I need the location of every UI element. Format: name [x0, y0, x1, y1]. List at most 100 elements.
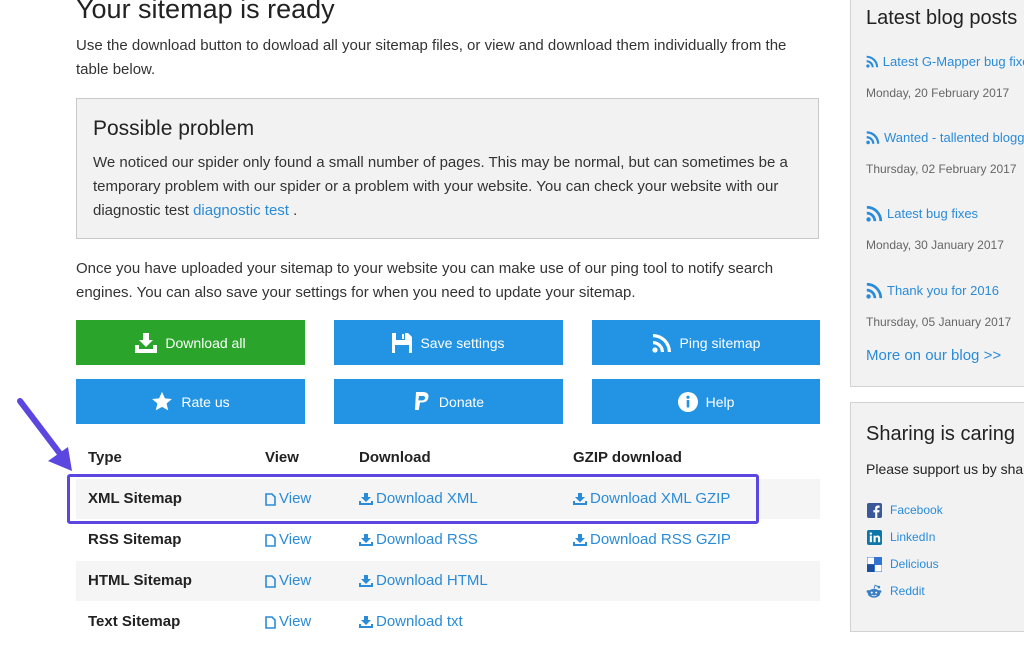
donate-button[interactable]: Donate [334, 379, 563, 424]
rss-icon [866, 55, 879, 68]
view-label: View [279, 572, 312, 589]
sharing-title: Sharing is caring [866, 423, 1015, 445]
save-icon [392, 332, 413, 353]
rss-icon [651, 333, 672, 353]
facebook-icon [866, 502, 882, 518]
file-icon [265, 533, 276, 547]
header-gzip-download: GZIP download [573, 449, 682, 466]
reddit-share-link[interactable]: Reddit [866, 583, 925, 599]
blog-post-date: Thursday, 05 January 2017 [866, 315, 1012, 329]
delicious-icon [866, 556, 882, 572]
gzip-download-label: Download RSS GZIP [590, 531, 731, 548]
file-icon [265, 615, 276, 629]
blog-post-date: Monday, 20 February 2017 [866, 86, 1010, 100]
reddit-label: Reddit [890, 584, 925, 598]
rate-us-label: Rate us [181, 393, 230, 410]
download-link[interactable]: Download HTML [359, 561, 488, 601]
blog-panel-title: Latest blog posts [866, 7, 1018, 29]
view-link[interactable]: View [265, 602, 311, 642]
table-header-row: Type View Download GZIP download [76, 438, 820, 478]
header-type: Type [88, 449, 122, 466]
ping-sitemap-button[interactable]: Ping sitemap [592, 320, 820, 365]
header-view: View [265, 449, 299, 466]
ping-sitemap-label: Ping sitemap [679, 334, 761, 351]
problem-title: Possible problem [93, 117, 255, 140]
sitemap-type: RSS Sitemap [88, 531, 182, 548]
view-link[interactable]: View [265, 520, 311, 560]
diagnostic-test-link[interactable]: diagnostic test [193, 202, 289, 219]
download-icon [359, 575, 373, 587]
sidebar: Latest blog posts Latest G-Mapper bug fi… [850, 0, 1024, 640]
blog-post-title: Latest bug fixes [887, 206, 979, 221]
rss-icon [866, 205, 883, 222]
blog-post: Wanted - tallented blogger Thursday, 02 … [866, 129, 1024, 176]
facebook-share-link[interactable]: Facebook [866, 502, 943, 518]
rss-icon [866, 282, 883, 299]
problem-text: We noticed our spider only found a small… [93, 151, 805, 223]
file-icon [265, 574, 276, 588]
blog-post-date: Thursday, 02 February 2017 [866, 162, 1017, 176]
rate-us-button[interactable]: Rate us [76, 379, 305, 424]
ping-info-text: Once you have uploaded your sitemap to y… [76, 260, 774, 301]
delicious-share-link[interactable]: Delicious [866, 556, 939, 572]
delicious-label: Delicious [890, 557, 939, 571]
linkedin-label: LinkedIn [890, 530, 936, 544]
blog-post: Latest bug fixes Monday, 30 January 2017 [866, 205, 1024, 252]
blog-post-title: Latest G-Mapper bug fixes [882, 54, 1024, 69]
save-settings-button[interactable]: Save settings [334, 320, 563, 365]
star-icon [151, 391, 173, 413]
view-label: View [279, 613, 312, 630]
save-settings-label: Save settings [420, 334, 505, 351]
download-all-button[interactable]: Download all [76, 320, 305, 365]
annotation-arrow-icon [17, 398, 72, 471]
download-icon [135, 332, 158, 353]
linkedin-icon [866, 529, 882, 545]
reddit-icon [866, 583, 882, 599]
possible-problem-box: Possible problem We noticed our spider o… [76, 98, 819, 239]
table-row: HTML Sitemap View Download HTML [76, 561, 820, 601]
support-text: Please support us by sharing [866, 461, 1024, 477]
main-content: Your sitemap is ready Use the download b… [0, 0, 840, 640]
info-icon [677, 391, 698, 412]
download-icon [573, 534, 587, 546]
gzip-download-link[interactable]: Download RSS GZIP [573, 520, 731, 560]
blog-post: Thank you for 2016 Thursday, 05 January … [866, 282, 1024, 329]
table-row: Text Sitemap View Download txt [76, 602, 820, 642]
problem-end: . [288, 202, 298, 219]
download-label: Download txt [376, 613, 463, 630]
facebook-label: Facebook [890, 503, 943, 517]
download-icon [359, 534, 373, 546]
blog-post-date: Monday, 30 January 2017 [866, 238, 1004, 252]
help-label: Help [705, 393, 735, 410]
linkedin-share-link[interactable]: LinkedIn [866, 529, 935, 545]
highlight-box [67, 474, 759, 524]
help-button[interactable]: Help [592, 379, 820, 424]
table-row: RSS Sitemap View Download RSS Download R… [76, 520, 820, 560]
view-link[interactable]: View [265, 561, 311, 601]
intro-text: Use the download button to dowload all y… [76, 37, 787, 78]
rss-icon [866, 131, 880, 145]
header-download: Download [359, 449, 431, 466]
more-on-blog-link[interactable]: More on our blog >> [866, 347, 1001, 364]
donate-label: Donate [438, 393, 485, 410]
download-link[interactable]: Download txt [359, 602, 463, 642]
page-title: Your sitemap is ready [76, 0, 335, 24]
download-icon [359, 616, 373, 628]
download-label: Download HTML [376, 572, 488, 589]
blog-post-title: Thank you for 2016 [887, 283, 1000, 298]
latest-blog-posts-panel: Latest blog posts Latest G-Mapper bug fi… [850, 0, 1024, 387]
blog-post-link[interactable]: Latest G-Mapper bug fixes [866, 53, 1024, 70]
paypal-icon [413, 391, 431, 412]
blog-post-link[interactable]: Thank you for 2016 [866, 282, 1024, 299]
download-link[interactable]: Download RSS [359, 520, 478, 560]
sitemap-type: Text Sitemap [88, 613, 181, 630]
sitemap-type: HTML Sitemap [88, 572, 192, 589]
blog-post-link[interactable]: Wanted - tallented blogger [866, 129, 1024, 146]
download-all-label: Download all [165, 334, 246, 351]
blog-post-title: Wanted - tallented blogger [883, 130, 1024, 145]
download-label: Download RSS [376, 531, 478, 548]
blog-post: Latest G-Mapper bug fixes Monday, 20 Feb… [866, 53, 1024, 100]
blog-post-link[interactable]: Latest bug fixes [866, 205, 1024, 222]
view-label: View [279, 531, 312, 548]
sharing-panel: Sharing is caring Please support us by s… [850, 402, 1024, 632]
